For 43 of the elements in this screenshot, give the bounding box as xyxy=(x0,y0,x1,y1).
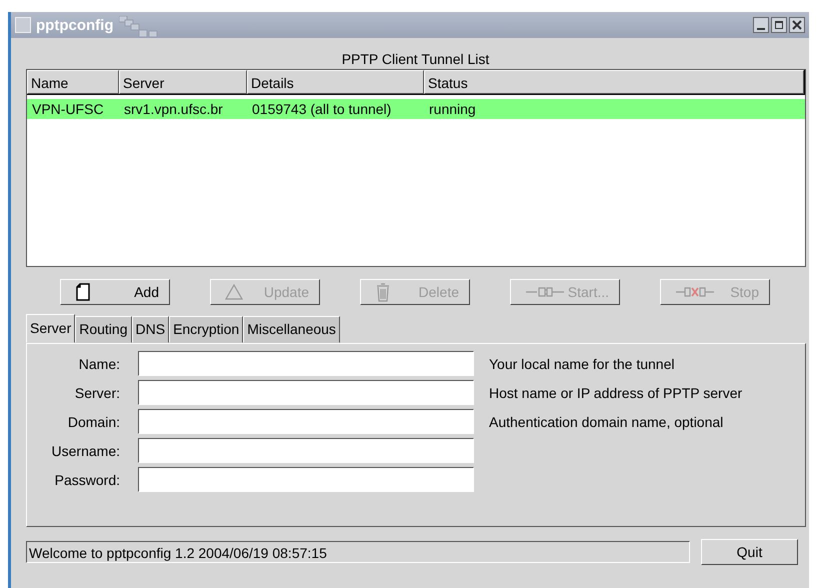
table-cell-text: 0159743 (all to tunnel) xyxy=(251,100,392,119)
column-header[interactable]: Server xyxy=(119,70,247,94)
tab[interactable]: Routing xyxy=(75,316,132,343)
list-title: PPTP Client Tunnel List xyxy=(340,50,490,69)
field-label: Name: xyxy=(78,356,120,372)
minimize-button[interactable] xyxy=(753,17,769,33)
triangle-icon xyxy=(225,284,243,300)
field-label: Username: xyxy=(50,442,120,458)
page-icon xyxy=(75,283,91,301)
table-row[interactable]: VPN-UFSC srv1.vpn.ufsc.br 0159743 (all to tunnel) running xyxy=(27,99,805,119)
table-cell-text: VPN-UFSC xyxy=(31,100,105,119)
field-label: Password: xyxy=(54,472,120,488)
minimize-icon xyxy=(757,28,765,30)
quit-button[interactable]: Quit xyxy=(701,539,798,565)
close-icon xyxy=(792,20,802,30)
input-field[interactable] xyxy=(138,409,474,434)
field-hint: Host name or IP address of PPTP server xyxy=(489,384,742,400)
input-field[interactable] xyxy=(138,467,474,492)
plug-icon xyxy=(525,286,565,298)
unplugged-icon xyxy=(675,286,715,298)
field-hint: Authentication domain name, optional xyxy=(489,414,724,430)
column-header[interactable]: Details xyxy=(247,70,424,94)
maximize-button[interactable] xyxy=(771,17,787,33)
maximize-icon xyxy=(774,20,784,30)
field-hint: Your local name for the tunnel xyxy=(489,356,674,372)
table-cell-text: srv1.vpn.ufsc.br xyxy=(123,100,224,119)
tab[interactable]: Encryption xyxy=(169,316,244,343)
field-label: Server: xyxy=(74,384,120,400)
toolbar-button[interactable]: Add xyxy=(60,279,170,305)
column-header[interactable]: Status xyxy=(424,70,804,94)
tab[interactable]: Miscellaneous xyxy=(243,316,340,343)
close-button[interactable] xyxy=(789,17,805,33)
input-field[interactable] xyxy=(138,438,474,463)
tab[interactable]: DNS xyxy=(132,316,170,343)
window-title: pptpconfig xyxy=(36,16,114,34)
status-message: Welcome to pptpconfig 1.2 2004/06/19 08:57:15 xyxy=(26,541,690,563)
input-field[interactable] xyxy=(138,380,474,405)
tab[interactable]: Server xyxy=(26,314,76,343)
field-label: Domain: xyxy=(66,414,120,430)
input-field[interactable] xyxy=(138,351,474,376)
column-header[interactable]: Name xyxy=(27,70,119,94)
trash-icon xyxy=(375,282,391,302)
table-cell-text: running xyxy=(428,100,477,119)
